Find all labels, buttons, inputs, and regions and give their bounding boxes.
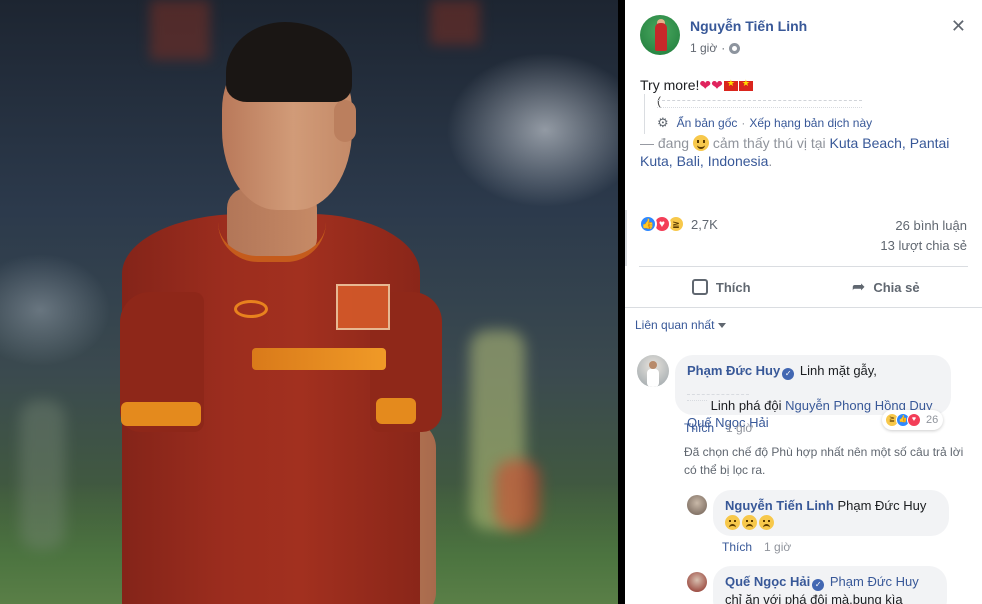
close-icon[interactable]: ✕ bbox=[951, 17, 966, 35]
love-reaction-icon: ♥ bbox=[907, 413, 921, 427]
avatar[interactable] bbox=[687, 495, 707, 515]
panel-gap bbox=[618, 0, 625, 604]
avatar-figure bbox=[655, 23, 667, 51]
translation-links: ⚙ Ẩn bản gốc · Xếp hạng bản dịch này bbox=[657, 115, 872, 131]
chest-stripe bbox=[252, 348, 386, 370]
divider bbox=[625, 307, 982, 308]
like-reaction-icon: 👍 bbox=[639, 215, 657, 233]
vietnam-flag-icon bbox=[723, 78, 738, 91]
separator-dot: · bbox=[741, 116, 746, 130]
post-meta: 1 giờ · bbox=[690, 41, 741, 55]
post-panel: Nguyễn Tiến Linh 1 giờ · ✕ Try more!❤❤ (… bbox=[625, 0, 982, 604]
share-count[interactable]: 13 lượt chia sẻ bbox=[880, 238, 967, 253]
caret-down-icon bbox=[718, 322, 727, 328]
filter-note: Đã chọn chế độ Phù hợp nhất nên một số c… bbox=[684, 445, 964, 477]
redacted-text bbox=[687, 400, 707, 410]
share-arrow-icon: ➦ bbox=[851, 279, 866, 296]
brand-logo bbox=[234, 300, 268, 318]
sleeve-stripe bbox=[376, 398, 416, 424]
comment-like-button[interactable]: Thích bbox=[722, 540, 752, 554]
avatar[interactable] bbox=[687, 572, 707, 592]
show-original-link[interactable]: Ẩn bản gốc bbox=[677, 116, 738, 130]
comment-text: Linh phá đội bbox=[710, 398, 782, 413]
sleeve-stripe bbox=[121, 402, 201, 426]
verified-badge-icon: ✓ bbox=[812, 579, 825, 591]
comment-bubble: Quế Ngọc Hải ✓ Phạm Đức Huy chỉ ăn với ph… bbox=[713, 566, 947, 604]
like-label: Thích bbox=[715, 279, 751, 295]
photo-bg-figure bbox=[20, 400, 65, 550]
comment-sort-dropdown[interactable]: Liên quan nhất bbox=[635, 318, 727, 332]
rate-translation-link[interactable]: Xếp hạng bản dịch này bbox=[749, 116, 872, 130]
thumbs-up-icon bbox=[691, 279, 708, 295]
feeling-prefix: — đang bbox=[640, 135, 690, 151]
reactions-row: 👍 ♥ ≧ 2,7K 26 bình luận 13 lượt chia sẻ bbox=[625, 210, 982, 266]
verified-badge-icon: ✓ bbox=[782, 368, 795, 380]
meta-dot: · bbox=[721, 41, 726, 55]
post-photo[interactable] bbox=[0, 0, 618, 604]
reaction-summary[interactable]: 👍 ♥ ≧ 2,7K bbox=[639, 215, 718, 233]
avatar[interactable] bbox=[640, 15, 680, 55]
photo-bg-figure bbox=[495, 460, 540, 530]
avatar-figure bbox=[647, 369, 659, 387]
post-text: Try more!❤❤ bbox=[640, 77, 753, 94]
comment-like-button[interactable]: Thích bbox=[684, 421, 714, 435]
like-button[interactable]: Thích bbox=[639, 267, 804, 307]
author-name[interactable]: Nguyễn Tiến Linh bbox=[690, 18, 807, 34]
vietnam-flag-icon bbox=[738, 78, 753, 91]
comment-actions: Thích 1 giờ bbox=[684, 421, 753, 435]
redacted-text bbox=[687, 381, 749, 395]
sad-emoji-icon bbox=[725, 515, 740, 530]
redacted-translation bbox=[657, 100, 862, 108]
share-label: Chia sẻ bbox=[873, 279, 920, 295]
post-actions: Thích ➦ Chia sẻ bbox=[639, 267, 968, 307]
comment-actions: Thích 1 giờ bbox=[722, 540, 791, 554]
comment-text: Linh mặt gẫy, bbox=[799, 363, 877, 378]
heart-icon: ❤ bbox=[699, 77, 712, 93]
location-suffix: . bbox=[768, 153, 773, 169]
post-time[interactable]: 1 giờ bbox=[690, 41, 717, 55]
mention-link[interactable]: Phạm Đức Huy bbox=[830, 574, 919, 589]
sad-emoji-icon bbox=[742, 515, 757, 530]
heart-icon: ❤ bbox=[711, 77, 723, 93]
avatar[interactable] bbox=[637, 355, 669, 387]
comment-author[interactable]: Quế Ngọc Hải bbox=[725, 574, 810, 589]
sort-label: Liên quan nhất bbox=[635, 318, 715, 332]
smile-emoji-icon bbox=[692, 135, 709, 151]
photo-bg-detail bbox=[430, 0, 480, 45]
share-button[interactable]: ➦ Chia sẻ bbox=[804, 267, 969, 307]
comment-line bbox=[725, 514, 937, 531]
reaction-count: 2,7K bbox=[691, 216, 718, 232]
gear-icon[interactable]: ⚙ bbox=[657, 115, 669, 131]
comment-time[interactable]: 1 giờ bbox=[726, 421, 753, 435]
avatar-figure bbox=[649, 361, 657, 369]
comment-reaction-count: 26 bbox=[926, 414, 939, 426]
sad-emoji-icon bbox=[759, 515, 774, 530]
feeling-line: — đang cảm thấy thú vị tại Kuta Beach, P… bbox=[640, 134, 970, 170]
comment-mention[interactable]: Phạm Đức Huy bbox=[837, 498, 926, 513]
photo-bg-detail bbox=[150, 0, 210, 60]
comment-author[interactable]: Phạm Đức Huy bbox=[687, 363, 780, 378]
comment-text: chỉ ăn với phá đội mà.bụng kìa bbox=[725, 592, 903, 604]
comment-line: Nguyễn Tiến Linh Phạm Đức Huy bbox=[725, 497, 937, 514]
comment-reactions[interactable]: ≧ 👍 ♥ 26 bbox=[882, 410, 944, 430]
comment-line: Phạm Đức Huy ✓ Linh mặt gẫy, bbox=[687, 362, 939, 397]
comment-author[interactable]: Nguyễn Tiến Linh bbox=[725, 498, 834, 513]
comment-count[interactable]: 26 bình luận bbox=[895, 218, 967, 233]
player-ear bbox=[334, 100, 356, 142]
globe-icon[interactable] bbox=[729, 42, 741, 54]
comment-bubble: Nguyễn Tiến Linh Phạm Đức Huy bbox=[713, 490, 949, 536]
comment-time[interactable]: 1 giờ bbox=[764, 540, 791, 554]
post-text-content: Try more! bbox=[640, 77, 700, 93]
translation-box: ( ⚙ Ẩn bản gốc · Xếp hạng bản dịch này bbox=[644, 94, 944, 134]
comment-bubble: Phạm Đức Huy ✓ Linh mặt gẫy, Linh phá đội… bbox=[675, 355, 951, 430]
feeling-text: cảm thấy thú vị tại bbox=[712, 135, 826, 151]
flag-patch bbox=[336, 284, 390, 330]
